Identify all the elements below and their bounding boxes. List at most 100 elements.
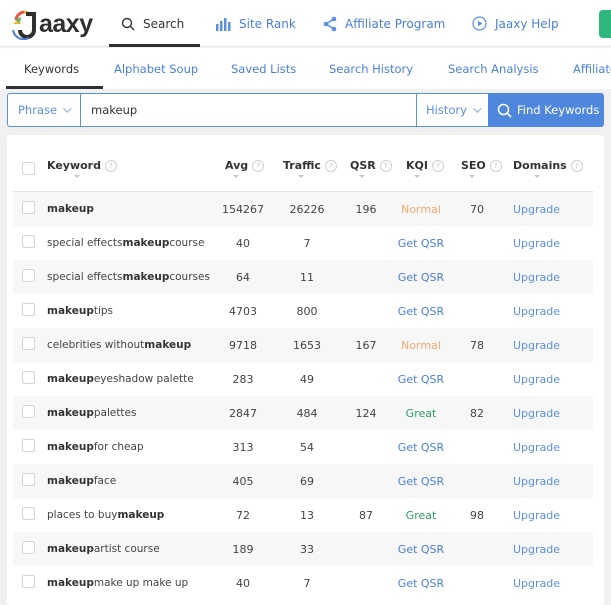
tab-search-history[interactable]: Search History xyxy=(329,48,413,89)
kqi-cell[interactable]: Get QSR xyxy=(393,532,449,566)
domains-upgrade-link[interactable]: Upgrade xyxy=(513,430,560,464)
row-checkbox[interactable] xyxy=(22,507,35,520)
find-keywords-button[interactable]: Find Keywords xyxy=(488,93,604,127)
row-checkbox[interactable] xyxy=(22,575,35,588)
column-header-traffic[interactable]: Traffic? xyxy=(283,159,337,178)
select-all-checkbox[interactable] xyxy=(22,162,35,175)
row-checkbox[interactable] xyxy=(22,201,35,214)
topnav-search[interactable]: Search xyxy=(108,0,201,47)
traffic-cell: 11 xyxy=(300,270,314,284)
help-icon[interactable]: ? xyxy=(252,159,265,172)
column-header-qsr[interactable]: QSR? xyxy=(350,159,392,178)
kqi-cell[interactable]: Get QSR xyxy=(393,226,449,260)
help-icon[interactable]: ? xyxy=(570,159,583,172)
keyword-prefix: special effects xyxy=(47,237,123,249)
tab-alphabet-soup[interactable]: Alphabet Soup xyxy=(114,48,198,89)
domains-upgrade-link[interactable]: Upgrade xyxy=(513,192,560,226)
domains-upgrade-link[interactable]: Upgrade xyxy=(513,260,560,294)
phrase-mode-dropdown[interactable]: Phrase xyxy=(7,93,81,127)
qsr-cell xyxy=(343,260,389,294)
row-checkbox[interactable] xyxy=(22,303,35,316)
column-header-avg[interactable]: Avg? xyxy=(225,159,265,178)
table-row: makeup for cheap 313 54 Get QSR Upgrade xyxy=(13,430,593,464)
traffic-cell: 69 xyxy=(300,474,314,488)
topnav-affiliate-program[interactable]: Affiliate Program xyxy=(323,0,445,47)
keyword-cell[interactable]: makeup make up make up xyxy=(47,566,188,600)
seo-cell xyxy=(455,566,499,600)
domains-upgrade-link[interactable]: Upgrade xyxy=(513,566,560,600)
keyword-match: makeup xyxy=(47,543,94,555)
jaaxy-logo[interactable]: aaxy xyxy=(10,8,93,40)
column-header-label: KQI xyxy=(406,159,428,172)
kqi-cell[interactable]: Get QSR xyxy=(393,362,449,396)
tab-saved-lists[interactable]: Saved Lists xyxy=(231,48,296,89)
traffic-cell: 54 xyxy=(300,440,314,454)
help-icon[interactable]: ? xyxy=(489,159,502,172)
row-checkbox[interactable] xyxy=(22,473,35,486)
help-icon[interactable]: ? xyxy=(324,159,337,172)
column-header-seo[interactable]: SEO? xyxy=(461,159,502,178)
kqi-cell[interactable]: Get QSR xyxy=(393,294,449,328)
domains-upgrade-link[interactable]: Upgrade xyxy=(513,396,560,430)
keyword-cell[interactable]: makeup tips xyxy=(47,294,113,328)
table-row: special effects makeup courses 64 11 Get QS… xyxy=(13,260,593,294)
help-icon[interactable]: ? xyxy=(431,159,444,172)
keyword-match: makeup xyxy=(117,509,165,521)
domains-upgrade-link[interactable]: Upgrade xyxy=(513,532,560,566)
column-header-domains[interactable]: Domains? xyxy=(513,159,583,178)
qsr-cell: 167 xyxy=(355,338,377,352)
upgrade-green-button[interactable] xyxy=(599,10,611,38)
row-checkbox[interactable] xyxy=(22,337,35,350)
kqi-cell[interactable]: Get QSR xyxy=(393,260,449,294)
logo-text: aaxy xyxy=(39,9,93,38)
help-icon[interactable]: ? xyxy=(379,159,392,172)
table-row: makeup artist course 189 33 Get QSR Upgrade xyxy=(13,532,593,566)
row-checkbox[interactable] xyxy=(22,541,35,554)
kqi-cell[interactable]: Get QSR xyxy=(393,464,449,498)
qsr-cell xyxy=(343,294,389,328)
kqi-cell[interactable]: Get QSR xyxy=(393,430,449,464)
tab-affiliate[interactable]: Affiliate xyxy=(573,48,611,89)
seo-cell xyxy=(455,362,499,396)
keyword-cell[interactable]: places to buy makeup xyxy=(47,498,164,532)
keyword-cell[interactable]: celebrities without makeup xyxy=(47,328,191,362)
row-checkbox[interactable] xyxy=(22,235,35,248)
keyword-search-input[interactable] xyxy=(80,93,417,127)
keyword-cell[interactable]: special effects makeup course xyxy=(47,226,204,260)
keyword-cell[interactable]: makeup artist course xyxy=(47,532,160,566)
topnav-jaaxy-help[interactable]: Jaaxy Help xyxy=(472,0,559,47)
avg-cell: 9718 xyxy=(229,338,257,352)
sub-navigation-tabs: Keywords Alphabet Soup Saved Lists Searc… xyxy=(0,48,611,89)
domains-upgrade-link[interactable]: Upgrade xyxy=(513,464,560,498)
keyword-cell[interactable]: makeup palettes xyxy=(47,396,137,430)
column-header-keyword[interactable]: Keyword? xyxy=(47,159,117,178)
domains-upgrade-link[interactable]: Upgrade xyxy=(513,362,560,396)
keyword-cell[interactable]: makeup face xyxy=(47,464,116,498)
topnav-site-rank[interactable]: Site Rank xyxy=(215,0,296,47)
domains-upgrade-link[interactable]: Upgrade xyxy=(513,294,560,328)
keyword-cell[interactable]: makeup for cheap xyxy=(47,430,144,464)
domains-upgrade-link[interactable]: Upgrade xyxy=(513,226,560,260)
keyword-cell[interactable]: special effects makeup courses xyxy=(47,260,210,294)
row-checkbox[interactable] xyxy=(22,371,35,384)
qsr-cell xyxy=(343,362,389,396)
table-row: places to buy makeup 72 13 87 Great 98 Upgrade xyxy=(13,498,593,532)
keyword-cell[interactable]: makeup eyeshadow palette xyxy=(47,362,194,396)
row-checkbox[interactable] xyxy=(22,405,35,418)
column-header-kqi[interactable]: KQI? xyxy=(406,159,444,178)
help-icon[interactable]: ? xyxy=(104,159,117,172)
domains-upgrade-link[interactable]: Upgrade xyxy=(513,328,560,362)
table-row: makeup palettes 2847 484 124 Great 82 Upgrade xyxy=(13,396,593,430)
tab-search-analysis[interactable]: Search Analysis xyxy=(448,48,539,89)
tab-keywords[interactable]: Keywords xyxy=(5,48,104,89)
play-circle-icon xyxy=(472,16,487,31)
domains-upgrade-link[interactable]: Upgrade xyxy=(513,498,560,532)
seo-cell xyxy=(455,464,499,498)
row-checkbox[interactable] xyxy=(22,269,35,282)
kqi-cell[interactable]: Get QSR xyxy=(393,566,449,600)
row-checkbox[interactable] xyxy=(22,439,35,452)
table-row: makeup make up make up 40 7 Get QSR Upgrade xyxy=(13,566,593,600)
keyword-cell[interactable]: makeup xyxy=(47,192,94,226)
sort-caret-icon xyxy=(74,175,80,178)
history-dropdown[interactable]: History xyxy=(416,93,489,127)
